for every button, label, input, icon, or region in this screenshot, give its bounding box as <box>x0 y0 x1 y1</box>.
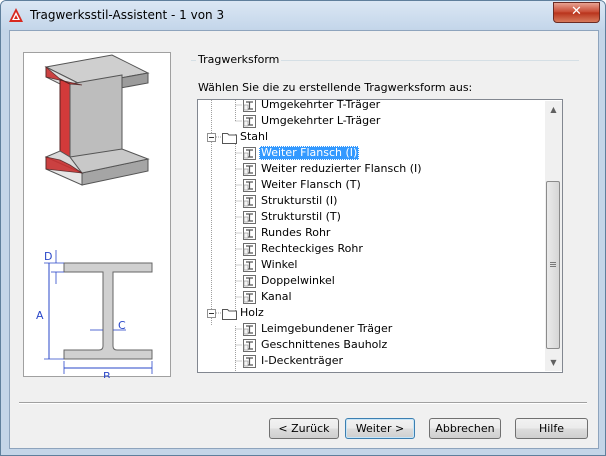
tree-item-label: I-Deckenträger <box>261 354 344 367</box>
tree-item-label: Rechteckiges Rohr <box>261 242 363 255</box>
autocad-logo-icon <box>9 8 23 22</box>
cancel-button[interactable]: Abbrechen <box>429 418 501 439</box>
tree-item[interactable]: Winkel <box>198 258 544 274</box>
structural-member-icon <box>243 115 256 128</box>
tree-item[interactable]: Rundes Rohr <box>198 226 544 242</box>
tree-item[interactable]: Umgekehrter L-Träger <box>198 114 544 130</box>
beam-3d-preview-image <box>44 54 150 186</box>
thumb-grip <box>550 264 556 265</box>
wizard-window: Tragwerksstil-Assistent - 1 von 3 ✕ A B … <box>0 0 606 456</box>
scroll-up-arrow-icon[interactable]: ▲ <box>545 101 562 118</box>
tree-item-label: Weiter Flansch (T) <box>261 178 361 191</box>
tree-item-label: Geschnittenes Bauholz <box>261 338 388 351</box>
tree-item[interactable]: Kanal <box>198 290 544 306</box>
dimension-label-a: A <box>36 309 44 322</box>
structural-member-icon <box>243 195 256 208</box>
tree-item-label: Rundes Rohr <box>261 226 331 239</box>
window-title: Tragwerksstil-Assistent - 1 von 3 <box>30 8 225 22</box>
group-title: Tragwerksform <box>196 53 282 66</box>
scrollbar-thumb[interactable] <box>546 181 560 349</box>
tree-item[interactable]: Weiter Flansch (T) <box>198 178 544 194</box>
tree-item-label: Umgekehrter L-Träger <box>261 114 381 127</box>
folder-icon <box>222 133 237 144</box>
structural-member-icon <box>243 147 256 160</box>
dialog-body: A B C D Tragwerksform Wählen Sie die zu … <box>9 30 599 449</box>
structural-member-icon <box>243 259 256 272</box>
thumb-grip <box>550 262 556 263</box>
back-button[interactable]: < Zurück <box>269 418 339 439</box>
tree-item-label: Doppelwinkel <box>261 274 335 287</box>
folder-icon <box>222 309 237 320</box>
tree-scrollbar[interactable]: ▲ ▼ <box>545 101 562 371</box>
tree-item[interactable]: Leimgebundener Träger <box>198 322 544 338</box>
tree-item-label: Weiter Flansch (I) <box>259 146 360 160</box>
structural-member-icon <box>243 243 256 256</box>
tree-item-label: Weiter reduzierter Flansch (I) <box>261 162 422 175</box>
tree-item[interactable]: Rechteckiges Rohr <box>198 242 544 258</box>
shape-tree[interactable]: Umgekehrter T-Träger Umgekehrter L-Träger… <box>197 99 563 373</box>
dimension-label-d: D <box>44 250 52 263</box>
structural-member-icon <box>243 163 256 176</box>
structural-member-icon <box>243 227 256 240</box>
structural-member-icon <box>243 211 256 224</box>
collapse-toggle-icon[interactable] <box>207 309 216 318</box>
scroll-down-arrow-icon[interactable]: ▼ <box>545 354 562 371</box>
structural-member-icon <box>243 100 256 112</box>
tree-item-label: Stahl <box>240 130 269 143</box>
tree-item[interactable]: Weiter reduzierter Flansch (I) <box>198 162 544 178</box>
structural-member-icon <box>243 339 256 352</box>
tree-item-label: Kanal <box>261 290 292 303</box>
tree-item[interactable]: Weiter Flansch (I) <box>198 146 544 162</box>
structural-member-icon <box>243 179 256 192</box>
tree-item[interactable]: Strukturstil (I) <box>198 194 544 210</box>
tree-item-label: Holz <box>240 306 264 319</box>
dimension-label-c: C <box>118 319 126 332</box>
next-button[interactable]: Weiter > <box>345 418 415 439</box>
structural-member-icon <box>243 291 256 304</box>
tree-item[interactable]: Doppelwinkel <box>198 274 544 290</box>
beam-dimension-diagram: A B C D <box>36 250 153 378</box>
footer-separator <box>19 402 587 404</box>
tree-item-label: Winkel <box>261 258 298 271</box>
structural-member-icon <box>243 323 256 336</box>
help-button[interactable]: Hilfe <box>515 418 588 439</box>
tree-item-label: Leimgebundener Träger <box>261 322 393 335</box>
tree-folder[interactable]: Stahl <box>198 130 544 146</box>
structural-member-icon <box>243 355 256 368</box>
shape-preview: A B C D <box>23 52 171 378</box>
tree-item[interactable]: Umgekehrter T-Träger <box>198 99 544 114</box>
tree-item[interactable]: Strukturstil (T) <box>198 210 544 226</box>
collapse-toggle-icon[interactable] <box>207 133 216 142</box>
dimension-label-b: B <box>103 370 111 378</box>
tree-item-label: Strukturstil (I) <box>261 194 338 207</box>
tree-item-label: Umgekehrter T-Träger <box>261 99 381 111</box>
tree-item[interactable]: I-Deckenträger <box>198 354 544 370</box>
tree-folder[interactable]: Holz <box>198 306 544 322</box>
structural-member-icon <box>243 275 256 288</box>
close-button[interactable]: ✕ <box>553 2 600 23</box>
selection-prompt: Wählen Sie die zu erstellende Tragwerksf… <box>198 81 473 94</box>
thumb-grip <box>550 266 556 267</box>
tree-item[interactable]: Geschnittenes Bauholz <box>198 338 544 354</box>
title-bar[interactable]: Tragwerksstil-Assistent - 1 von 3 ✕ <box>1 1 605 29</box>
tree-item-label: Strukturstil (T) <box>261 210 341 223</box>
